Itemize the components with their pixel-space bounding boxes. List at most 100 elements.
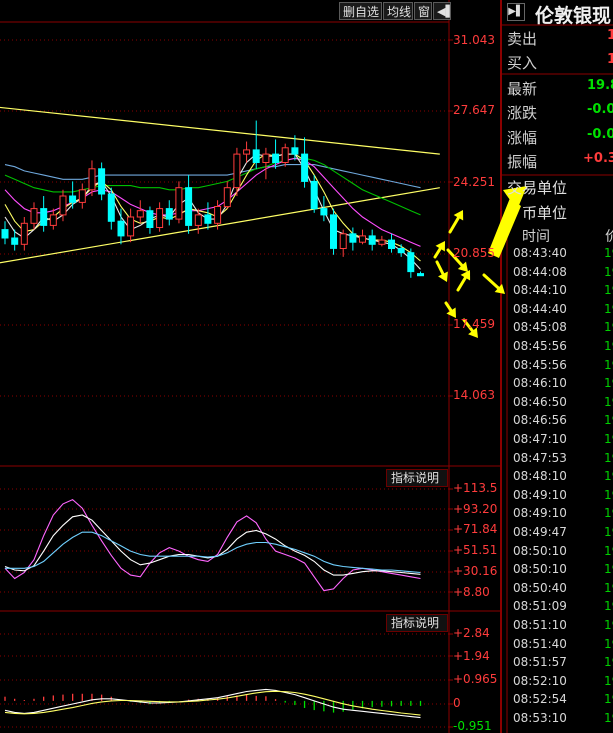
quote-label: 买入 — [507, 54, 538, 72]
tick-price: 19 — [604, 692, 613, 707]
oscillator-panel[interactable] — [4, 498, 421, 592]
y-tick-label: 20.855 — [453, 246, 495, 260]
indicator-explain-button-1[interactable]: 指标说明 — [386, 469, 448, 487]
candle-body — [262, 153, 270, 164]
ma-line-button[interactable]: 均线 — [383, 2, 413, 20]
panel-toggle-icon[interactable]: ◀▌ — [433, 2, 454, 20]
tick-price: 19 — [604, 599, 613, 614]
candle-body — [291, 147, 299, 155]
y-tick-label: 14.063 — [453, 388, 495, 402]
arrow-icon — [444, 301, 453, 313]
candle-body — [175, 187, 183, 220]
quote-row-change: 涨跌 -0.0 — [507, 102, 613, 126]
tick-time: 08:50:10 — [513, 562, 567, 577]
tick-price: 19 — [604, 543, 613, 558]
y-tick-label: +71.84 — [453, 522, 498, 536]
candle-body — [301, 153, 309, 182]
tick-price: 19 — [604, 487, 613, 502]
tick-price: 19 — [604, 376, 613, 391]
tick-time: 08:51:57 — [513, 655, 567, 670]
tick-price: 19 — [604, 506, 613, 521]
quote-label: 涨幅 — [507, 129, 538, 147]
arrow-icon — [448, 216, 460, 234]
tick-time: 08:44:08 — [513, 264, 567, 279]
tick-time: 08:44:10 — [513, 283, 567, 298]
tick-price: 19 — [604, 246, 613, 260]
candle-body — [407, 252, 415, 273]
quote-label: 最新 — [507, 80, 538, 98]
tick-time: 08:46:50 — [513, 394, 567, 409]
tick-time: 08:46:56 — [513, 413, 567, 428]
candle-body — [88, 168, 96, 191]
tick-time: 08:51:10 — [513, 618, 567, 632]
tick-time: 08:52:10 — [513, 673, 567, 688]
candle-body — [40, 208, 48, 226]
y-tick-label: 24.251 — [453, 175, 495, 189]
candle-body — [272, 153, 280, 164]
oscillator-line — [5, 531, 421, 574]
instrument-name: 伦敦银现 — [535, 5, 612, 27]
candle-body — [165, 208, 173, 220]
candle-body — [214, 206, 222, 224]
ticks-header-time: 时间 — [522, 229, 550, 245]
tick-price: 19 — [604, 357, 613, 372]
y-tick-label: +0.965 — [453, 672, 498, 686]
indicator-explain-button-2[interactable]: 指标说明 — [386, 614, 448, 632]
arrow-icon — [435, 260, 445, 276]
arrow-icon — [482, 273, 500, 290]
candle-body — [107, 193, 115, 222]
y-tick-label: 0 — [453, 696, 461, 710]
tick-time: 08:45:56 — [513, 357, 567, 372]
candle-body — [30, 208, 38, 224]
candle-body — [252, 149, 260, 163]
price-chart[interactable] — [0, 106, 440, 278]
menu-currency-unit[interactable]: 币单位 — [522, 202, 567, 223]
tick-price: 19 — [604, 636, 613, 651]
tick-time: 08:52:54 — [513, 692, 567, 707]
tick-time: 08:51:40 — [513, 636, 567, 651]
moving-average-line — [4, 157, 421, 247]
quote-label: 涨跌 — [507, 104, 538, 122]
tick-time: 08:45:08 — [513, 320, 567, 335]
tick-time: 08:45:56 — [513, 339, 567, 353]
ticks-header-price: 价 — [605, 229, 613, 245]
candle-body — [117, 220, 125, 237]
candle-body — [78, 189, 86, 203]
tick-price: 19 — [604, 469, 613, 484]
candle-body — [397, 248, 405, 254]
tick-price: 19 — [604, 450, 613, 465]
moving-average-line — [4, 153, 421, 270]
tick-price: 19 — [604, 525, 613, 539]
tick-price: 19 — [604, 283, 613, 298]
candle-body — [127, 216, 135, 237]
candle-body — [233, 153, 241, 189]
candle-body — [98, 168, 106, 195]
candle-body — [281, 147, 289, 164]
y-tick-label: +8.80 — [453, 585, 490, 599]
candle-body — [388, 239, 395, 250]
candle-body — [417, 273, 424, 277]
tick-price: 19 — [604, 673, 613, 688]
candle-body — [243, 149, 251, 155]
y-tick-label: 17.459 — [453, 317, 495, 331]
candle-body — [49, 214, 57, 226]
candle-body — [11, 237, 19, 245]
tick-time: 08:49:10 — [513, 506, 567, 521]
delete-watchlist-button[interactable]: 删自选 — [339, 2, 382, 20]
menu-trade-unit[interactable]: 交易单位 — [507, 177, 567, 198]
quote-row-buy: 买入 1 — [507, 52, 613, 76]
collapse-panel-icon[interactable]: ▶▌ — [507, 3, 525, 21]
tick-price: 19 — [604, 580, 613, 595]
candle-body — [349, 233, 357, 243]
y-tick-label: 27.647 — [453, 103, 495, 117]
tick-time: 08:44:40 — [513, 301, 567, 316]
oscillator-line — [4, 498, 421, 592]
candle-body — [204, 214, 212, 224]
y-tick-label: +1.94 — [453, 649, 490, 663]
y-tick-label: +2.84 — [453, 626, 490, 640]
candle-body — [20, 222, 28, 245]
window-button[interactable]: 窗 — [414, 2, 432, 20]
candle-body — [156, 208, 164, 229]
quote-row-sell: 卖出 1 — [507, 28, 613, 52]
candle-body — [339, 233, 347, 250]
